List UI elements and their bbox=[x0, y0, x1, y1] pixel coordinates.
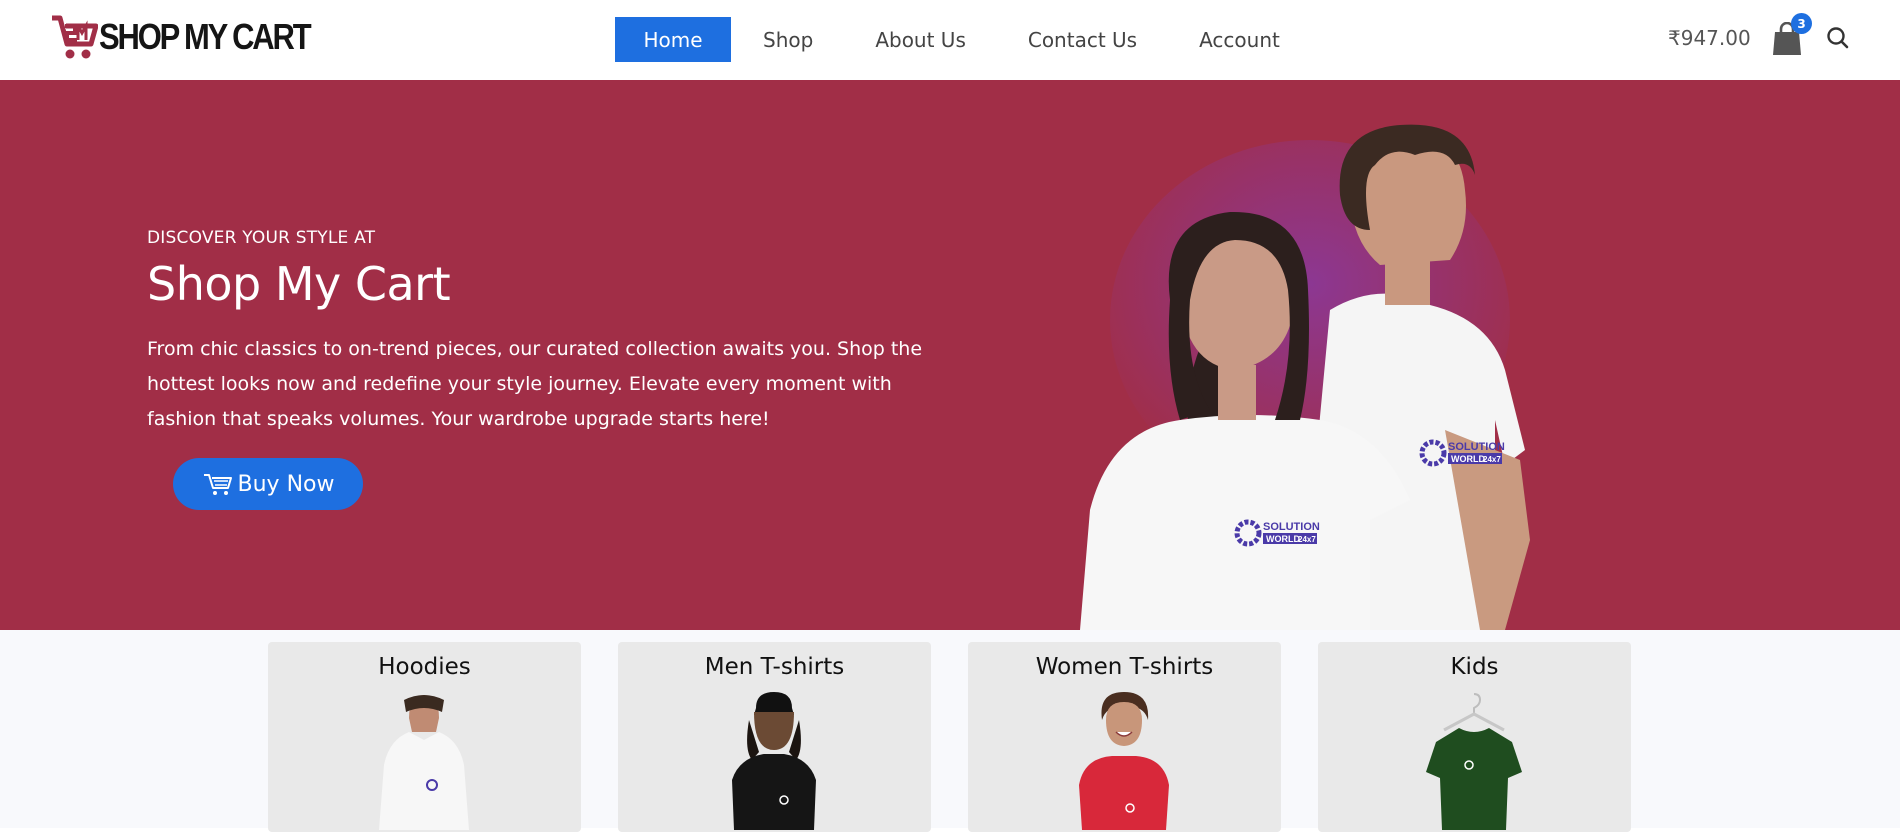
kids-t-shirt-image bbox=[1426, 693, 1522, 830]
cart-icon bbox=[203, 474, 232, 495]
hero-title: Shop My Cart bbox=[147, 257, 451, 311]
hero-banner: DISCOVER YOUR STYLE AT Shop My Cart From… bbox=[0, 80, 1900, 630]
search-icon[interactable] bbox=[1825, 25, 1851, 51]
nav-shop[interactable]: Shop bbox=[732, 17, 844, 62]
svg-text:SOLUTION: SOLUTION bbox=[1263, 521, 1320, 533]
category-card-men-t-shirts[interactable]: Men T-shirts bbox=[618, 642, 931, 832]
women-t-shirt-image bbox=[1079, 692, 1169, 830]
svg-text:WORLD: WORLD bbox=[1266, 534, 1300, 544]
category-title: Men T-shirts bbox=[704, 654, 845, 680]
main-nav: Home Shop About Us Contact Us Account bbox=[615, 17, 1311, 62]
svg-text:SOLUTION: SOLUTION bbox=[1448, 441, 1505, 453]
cart-total[interactable]: ₹947.00 bbox=[1668, 26, 1751, 50]
buy-now-button[interactable]: Buy Now bbox=[173, 458, 363, 510]
category-card-hoodies[interactable]: Hoodies bbox=[268, 642, 581, 832]
logo-wordmark: SHOP MY CART bbox=[99, 16, 312, 57]
cart-count-badge: 3 bbox=[1791, 13, 1812, 34]
hero-models-image: SOLUTION WORLD 24x7 SOLUTION WORLD 24x7 bbox=[1080, 124, 1530, 630]
nav-contact-us[interactable]: Contact Us bbox=[997, 17, 1168, 62]
cart-area: ₹947.00 3 bbox=[1640, 0, 1900, 80]
nav-home[interactable]: Home bbox=[615, 17, 731, 62]
svg-text:WORLD: WORLD bbox=[1451, 454, 1485, 464]
site-header: SHOP MY CART Home Shop About Us Contact … bbox=[0, 0, 1900, 80]
hero-kicker: DISCOVER YOUR STYLE AT bbox=[147, 228, 376, 248]
nav-about-us[interactable]: About Us bbox=[844, 17, 997, 62]
men-t-shirt-image bbox=[732, 692, 816, 830]
hoodie-image bbox=[379, 695, 469, 830]
category-card-women-t-shirts[interactable]: Women T-shirts bbox=[968, 642, 1281, 832]
buy-now-label: Buy Now bbox=[237, 471, 335, 497]
category-title: Kids bbox=[1450, 654, 1499, 680]
site-logo[interactable]: SHOP MY CART bbox=[50, 12, 344, 62]
category-card-kids[interactable]: Kids bbox=[1318, 642, 1631, 832]
category-title: Hoodies bbox=[378, 654, 471, 680]
category-title: Women T-shirts bbox=[1035, 654, 1214, 680]
svg-text:24x7: 24x7 bbox=[1298, 535, 1316, 544]
category-row: Hoodies Men T-shirts Women T-shirts Kids bbox=[0, 630, 1900, 832]
hero-description: From chic classics to on-trend pieces, o… bbox=[147, 338, 923, 430]
svg-text:24x7: 24x7 bbox=[1483, 455, 1501, 464]
nav-account[interactable]: Account bbox=[1168, 17, 1311, 62]
cart-logo-icon bbox=[52, 15, 98, 59]
